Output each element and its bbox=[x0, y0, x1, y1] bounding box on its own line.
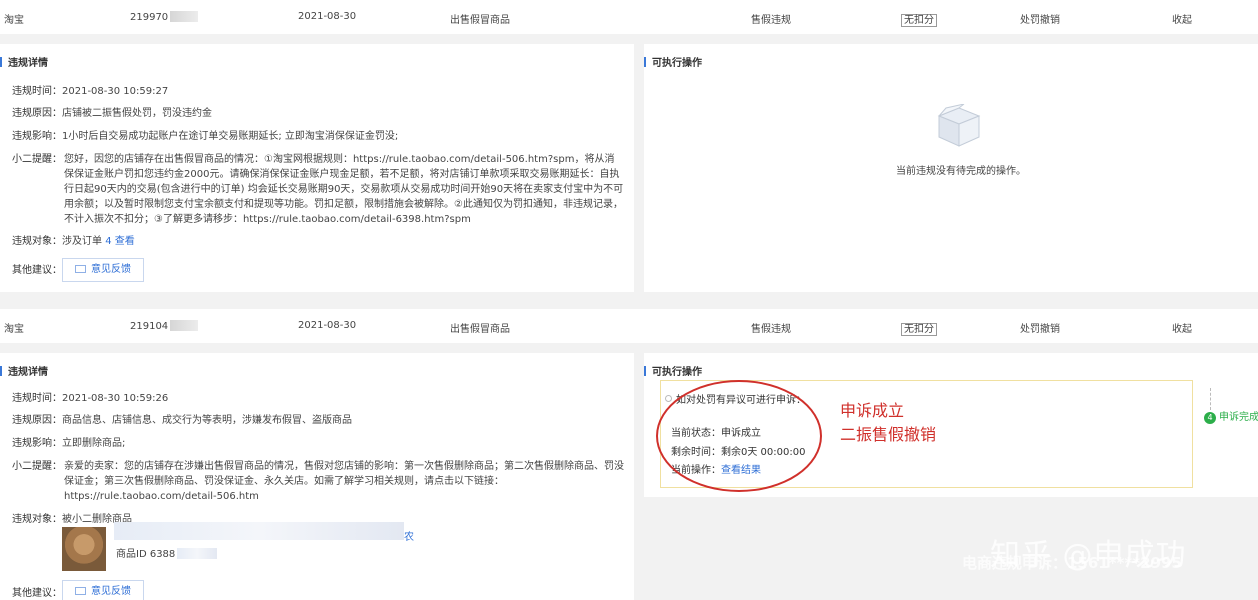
penalty-status: 处罚撤销 bbox=[1020, 15, 1060, 26]
violation-time: 违规时间：2021-08-30 10:59:27 bbox=[12, 86, 169, 97]
violation-behavior: 出售假冒商品 bbox=[450, 15, 510, 26]
step-check-icon: 4 bbox=[1204, 412, 1216, 424]
platform: 淘宝 bbox=[4, 324, 24, 335]
violation-reason: 违规原因：店铺被二振售假处罚，罚没违约金 bbox=[12, 108, 212, 119]
mail-icon bbox=[75, 265, 86, 273]
step-connector bbox=[1210, 388, 1211, 410]
violation-type: 售假违规 bbox=[751, 15, 791, 26]
score-badge: 无扣分 bbox=[901, 11, 937, 27]
violation-time: 违规时间：2021-08-30 10:59:26 bbox=[12, 393, 169, 404]
violation-id: 219970 bbox=[130, 11, 199, 23]
feedback-button[interactable]: 意见反馈 bbox=[62, 580, 144, 600]
panel-title: 可执行操作 bbox=[644, 363, 702, 378]
actions-panel: 可执行操作 当前违规没有待完成的操作。 bbox=[644, 44, 1258, 292]
watermark-contact: 电商违规申诉：1561****2995 bbox=[962, 554, 1182, 572]
violation-date: 2021-08-30 bbox=[298, 320, 357, 331]
violation-records-page: 淘宝 219970 2021-08-30 出售假冒商品 售假违规 无扣分 处罚撤… bbox=[0, 0, 1258, 600]
collapse-link[interactable]: 收起 bbox=[1172, 320, 1192, 335]
panel-title: 违规详情 bbox=[0, 54, 48, 69]
panel-title: 违规详情 bbox=[0, 363, 48, 378]
no-pending-actions-text: 当前违规没有待完成的操作。 bbox=[896, 166, 1026, 177]
violation-date: 2021-08-30 bbox=[298, 11, 357, 22]
annotation-line-1: 申诉成立 bbox=[840, 401, 905, 420]
violation-behavior: 出售假冒商品 bbox=[450, 324, 510, 335]
violation-type: 售假违规 bbox=[751, 324, 791, 335]
annotation-ellipse bbox=[656, 380, 822, 492]
violation-impact: 违规影响：1小时后自交易成功起账户在途订单交易账期延长; 立即淘宝消保保证金罚没… bbox=[12, 131, 399, 142]
blurred-product-title[interactable] bbox=[114, 522, 404, 540]
staff-tip: 小二提醒： 亲爱的卖家：您的店铺存在涉嫌出售假冒商品的情况，售假对您店铺的影响：第… bbox=[12, 461, 624, 502]
empty-box-icon bbox=[937, 104, 981, 147]
record-summary-row[interactable]: 淘宝 219970 2021-08-30 出售假冒商品 售假违规 无扣分 处罚撤… bbox=[0, 0, 1258, 34]
product-thumbnail[interactable] bbox=[62, 527, 106, 571]
staff-tip: 小二提醒： 您好，因您的店铺存在出售假冒商品的情况：①淘宝网根据规则：https:… bbox=[12, 154, 624, 225]
mail-icon bbox=[75, 587, 86, 595]
violation-reason: 违规原因：商品信息、店铺信息、成交行为等表明，涉嫌发布假冒、盗版商品 bbox=[12, 415, 352, 426]
violation-id: 219104 bbox=[130, 320, 199, 332]
product-title-tail[interactable]: 农 bbox=[404, 528, 414, 543]
violation-object: 违规对象：涉及订单 4 查看 bbox=[12, 236, 135, 247]
view-orders-link[interactable]: 查看 bbox=[115, 236, 135, 247]
other-suggestion-label: 其他建议： bbox=[12, 265, 62, 276]
penalty-status: 处罚撤销 bbox=[1020, 324, 1060, 335]
annotation-line-2: 二振售假撤销 bbox=[840, 425, 937, 444]
violation-impact: 违规影响：立即删除商品; bbox=[12, 438, 126, 449]
panel-title: 可执行操作 bbox=[644, 54, 702, 69]
collapse-link[interactable]: 收起 bbox=[1172, 11, 1192, 26]
product-id: 商品ID 6388 bbox=[116, 545, 218, 560]
platform: 淘宝 bbox=[4, 15, 24, 26]
feedback-button[interactable]: 意见反馈 bbox=[62, 258, 144, 282]
record-summary-row[interactable]: 淘宝 219104 2021-08-30 出售假冒商品 售假违规 无扣分 处罚撤… bbox=[0, 309, 1258, 343]
other-suggestion-label: 其他建议： bbox=[12, 588, 62, 599]
order-count[interactable]: 4 bbox=[105, 236, 111, 247]
step-appeal-complete: 4 申诉完成 bbox=[1204, 408, 1258, 424]
violation-detail-panel: 违规详情 违规时间：2021-08-30 10:59:27 违规原因：店铺被二振… bbox=[0, 44, 634, 292]
score-badge: 无扣分 bbox=[901, 320, 937, 336]
